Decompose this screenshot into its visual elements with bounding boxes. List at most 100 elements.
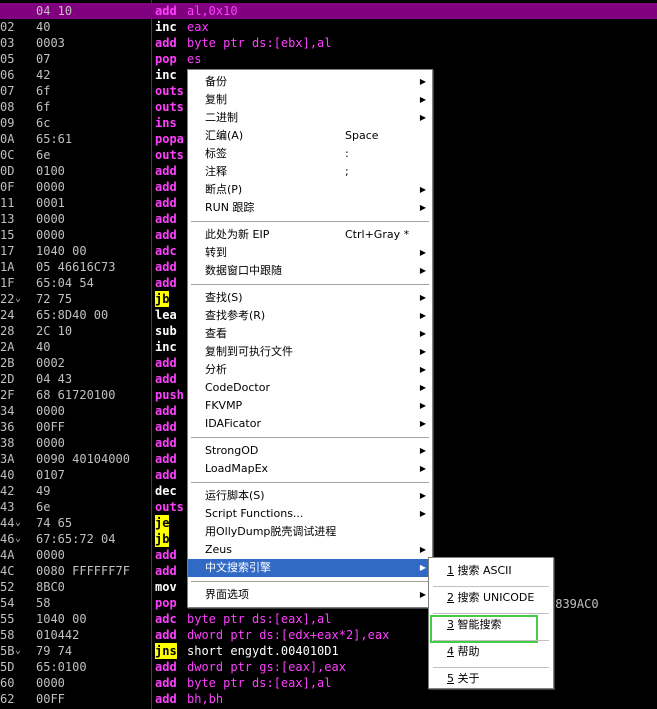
disasm-row[interactable]: 05 07 pop es <box>0 51 657 67</box>
menu-item[interactable]: 注释; <box>188 163 432 181</box>
menu-item-label: 二进制 <box>205 111 238 124</box>
menu-item-label: 中文搜索引擎 <box>205 561 271 574</box>
submenu-item[interactable]: 3 智能搜索 <box>429 614 553 643</box>
menu-item[interactable]: CodeDoctor ▶ <box>188 379 432 397</box>
menu-item-label: 转到 <box>205 246 227 259</box>
disasm-row[interactable]: 02 40 inc eax <box>0 19 657 35</box>
disasm-row[interactable]: 5D 65:0100 add dword ptr gs:[eax],eax <box>0 659 657 675</box>
jump-arrow-icon: ⌄ <box>15 517 22 528</box>
disasm-row[interactable]: 58 010442 add dword ptr ds:[edx+eax*2],eax <box>0 627 657 643</box>
submenu-arrow-icon: ▶ <box>419 419 426 428</box>
menu-item[interactable]: 用OllyDump脱壳调试进程 <box>188 523 432 541</box>
disasm-row[interactable]: 62 00FF add bh,bh <box>0 691 657 707</box>
address-cell: 08 <box>0 100 14 114</box>
menu-item[interactable]: 查找参考(R) ▶ <box>188 307 432 325</box>
hex-dump-cell: 40 <box>36 340 51 354</box>
address-cell: 0A <box>0 132 14 146</box>
menu-item[interactable]: Zeus ▶ <box>188 541 432 559</box>
menu-item-label: 标签 <box>205 147 227 160</box>
submenu-item[interactable]: 1 搜索 ASCII <box>429 560 553 586</box>
mnemonic-cell: push <box>155 388 184 402</box>
disasm-row[interactable]: 5B ⌄ 79 74 jns short engydt.004010D1 <box>0 643 657 659</box>
hex-dump-cell: 0001 <box>36 196 65 210</box>
jump-arrow-icon: ⌄ <box>15 293 22 304</box>
address-cell: 4A <box>0 548 14 562</box>
menu-item[interactable]: 复制到可执行文件 ▶ <box>188 343 432 361</box>
menu-item-label: 查找参考(R) <box>205 309 266 322</box>
disasm-row[interactable]: 55 1040 00 adc byte ptr ds:[eax],al <box>0 611 657 627</box>
submenu-item[interactable]: 2 搜索 UNICODE <box>429 587 553 613</box>
menu-item[interactable]: 标签: <box>188 145 432 163</box>
hex-dump-cell: 0000 <box>36 548 65 562</box>
address-cell: 2D <box>0 372 14 386</box>
submenu-arrow-icon: ▶ <box>419 365 426 374</box>
menu-item[interactable]: 复制 ▶ <box>188 91 432 109</box>
menu-item-label: 运行脚本(S) <box>205 489 265 502</box>
mnemonic-cell: adc <box>155 244 177 258</box>
submenu-item-text: 搜索 ASCII <box>457 564 512 577</box>
address-cell: 3A <box>0 452 14 466</box>
submenu-item[interactable]: 5 关于 <box>429 668 553 694</box>
disasm-row[interactable]: 60 0000 add byte ptr ds:[eax],al <box>0 675 657 691</box>
hex-dump-cell: 05 46616C73 <box>36 260 116 274</box>
mnemonic-cell: add <box>155 420 177 434</box>
submenu-item-text: 智能搜索 <box>457 618 502 631</box>
address-cell: 2F <box>0 388 14 402</box>
address-cell: 34 <box>0 404 14 418</box>
hex-dump-cell: 0090 40104000 <box>36 452 130 466</box>
menu-item[interactable]: 中文搜索引擎 ▶ <box>188 559 432 577</box>
menu-separator <box>191 284 429 285</box>
submenu-arrow-icon: ▶ <box>419 77 426 86</box>
menu-item[interactable]: 备份 ▶ <box>188 73 432 91</box>
disasm-row[interactable]: 04 10 add al,0x10 <box>0 3 657 19</box>
menu-item[interactable]: 数据窗口中跟随 ▶ <box>188 262 432 280</box>
menu-item[interactable]: 转到 ▶ <box>188 244 432 262</box>
address-cell: 22 <box>0 292 14 306</box>
menu-item[interactable]: 断点(P) ▶ <box>188 181 432 199</box>
menu-item[interactable]: RUN 跟踪 ▶ <box>188 199 432 217</box>
hex-dump-cell: 8BC0 <box>36 580 65 594</box>
menu-item[interactable]: Script Functions... ▶ <box>188 505 432 523</box>
hex-dump-cell: 65:04 54 <box>36 276 94 290</box>
menu-item-label: Script Functions... <box>205 507 304 520</box>
address-cell: 06 <box>0 68 14 82</box>
hex-dump-cell: 6f <box>36 84 51 98</box>
hex-dump-cell: 0002 <box>36 356 65 370</box>
menu-item-label: 汇编(A) <box>205 129 244 142</box>
mnemonic-cell: add <box>155 676 177 690</box>
operand-cell: dword ptr gs:[eax],eax <box>187 660 346 674</box>
menu-item[interactable]: LoadMapEx ▶ <box>188 460 432 478</box>
hex-dump-cell: 67:65:72 04 <box>36 532 116 546</box>
menu-item[interactable]: 二进制 ▶ <box>188 109 432 127</box>
menu-item-label: IDAFicator <box>205 417 261 430</box>
submenu-item-label: 1 搜索 ASCII <box>447 560 512 582</box>
menu-item[interactable]: StrongOD ▶ <box>188 442 432 460</box>
menu-item[interactable]: 界面选项 ▶ <box>188 586 432 604</box>
hex-dump-cell: 65:61 <box>36 132 73 146</box>
submenu-arrow-icon: ▶ <box>419 203 426 212</box>
menu-item[interactable]: 此处为新 EIP Ctrl+Gray * <box>188 226 432 244</box>
address-cell: 40 <box>0 468 14 482</box>
menu-item[interactable]: 查找(S) ▶ <box>188 289 432 307</box>
submenu-arrow-icon: ▶ <box>419 248 426 257</box>
mnemonic-cell: pop <box>155 52 177 66</box>
menu-item[interactable]: IDAFicator ▶ <box>188 415 432 433</box>
mnemonic-cell: add <box>155 372 177 386</box>
menu-item[interactable]: 查看 ▶ <box>188 325 432 343</box>
hex-dump-cell: 07 <box>36 52 51 66</box>
menu-item[interactable]: 分析 ▶ <box>188 361 432 379</box>
submenu-arrow-icon: ▶ <box>419 509 426 518</box>
mnemonic-cell: ins <box>155 116 177 130</box>
mnemonic-cell: add <box>155 4 177 18</box>
submenu-arrow-icon: ▶ <box>419 383 426 392</box>
address-cell: 4C <box>0 564 14 578</box>
address-cell: 42 <box>0 484 14 498</box>
menu-item[interactable]: FKVMP ▶ <box>188 397 432 415</box>
menu-item[interactable]: 运行脚本(S) ▶ <box>188 487 432 505</box>
disasm-row[interactable]: 03 0003 add byte ptr ds:[ebx],al <box>0 35 657 51</box>
mnemonic-cell: add <box>155 228 177 242</box>
submenu-item[interactable]: 4 帮助 <box>429 641 553 667</box>
chinese-search-submenu: 1 搜索 ASCII 2 搜索 UNICODE 3 智能搜索 4 帮助 5 关于 <box>428 557 554 689</box>
mnemonic-cell: inc <box>155 68 177 82</box>
menu-item[interactable]: 汇编(A) Space <box>188 127 432 145</box>
